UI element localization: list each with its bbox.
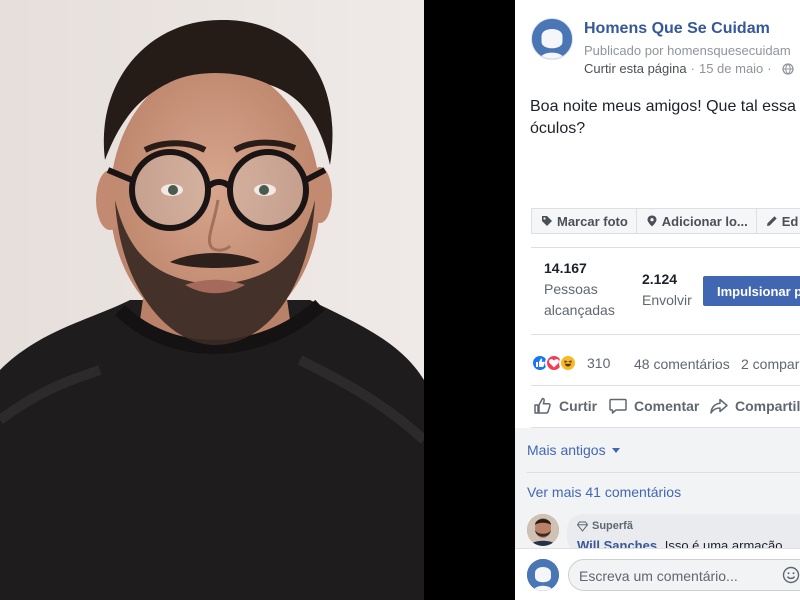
haha-reaction-icon [559, 354, 577, 372]
comment-input[interactable]: Escreva um comentário... [568, 559, 800, 591]
superfan-badge: Superfã [577, 520, 633, 532]
tag-photo-label: Marcar foto [557, 213, 628, 229]
boost-post-button[interactable]: Impulsionar p [703, 276, 800, 306]
divider [527, 472, 800, 473]
photo-backdrop [424, 0, 515, 600]
post-meta: Curtir esta página · 15 de maio · [584, 61, 794, 76]
pencil-icon [766, 216, 777, 226]
engagement-value: 2.124 [642, 271, 678, 287]
post-photo[interactable] [0, 0, 424, 600]
people-reached-stat[interactable]: 14.167 Pessoas alcançadas [544, 260, 615, 321]
superfan-label: Superfã [592, 520, 633, 532]
divider [531, 385, 800, 386]
divider [531, 334, 800, 335]
emoji-icon[interactable] [782, 566, 800, 584]
comment-composer: Escreva um comentário... [515, 548, 800, 600]
post-panel: Homens Que Se Cuidam Publicado por homen… [515, 0, 800, 600]
like-label: Curtir [559, 398, 598, 414]
people-reached-label-1: Pessoas [544, 281, 598, 297]
meta-separator: · [690, 61, 695, 76]
commenter-photo [527, 514, 559, 546]
page-avatar[interactable] [531, 18, 573, 60]
caret-down-icon [611, 447, 620, 453]
share-label: Compartil [735, 398, 800, 414]
add-location-label: Adicionar lo... [661, 213, 748, 229]
tag-icon [542, 216, 552, 226]
post-message-line-1: Boa noite meus amigos! Que tal essa arm [530, 98, 800, 115]
page-logo-icon [527, 559, 559, 591]
comments-count-link[interactable]: 48 comentários [634, 356, 730, 372]
post-message: Boa noite meus amigos! Que tal essa arm … [530, 96, 800, 140]
engagement-stat[interactable]: 2.124 Envolvir [642, 271, 692, 311]
people-reached-value: 14.167 [544, 260, 587, 276]
share-button[interactable]: Compartil [709, 395, 800, 417]
commenter-avatar[interactable] [527, 514, 559, 546]
shares-count-link[interactable]: 2 compar [741, 356, 799, 372]
page-name-link[interactable]: Homens Que Se Cuidam [584, 20, 770, 38]
engagement-label: Envolvir [642, 292, 692, 308]
view-more-comments-link[interactable]: Ver mais 41 comentários [527, 484, 681, 500]
post-message-line-2: óculos? [530, 120, 586, 137]
edit-label: Ed [781, 213, 799, 229]
like-button[interactable]: Curtir [533, 395, 597, 417]
comment-button[interactable]: Comentar [608, 395, 699, 417]
people-reached-label: Pessoas alcançadas [544, 279, 615, 321]
reactions-summary[interactable]: 310 [531, 354, 610, 372]
tag-photo-button[interactable]: Marcar foto [531, 208, 636, 234]
comment-bubble-icon [609, 398, 627, 414]
comments-section: Mais antigos Ver mais 41 comentários Sup… [515, 428, 800, 554]
people-reached-label-2: alcançadas [544, 302, 615, 318]
photo-tag-toolbar: Marcar foto Adicionar lo... Ed [531, 208, 800, 234]
location-pin-icon [647, 215, 657, 227]
reaction-count: 310 [587, 355, 611, 371]
comment-label: Comentar [634, 398, 700, 414]
meta-separator-2: · [767, 61, 772, 76]
reaction-icons [531, 354, 577, 372]
edit-button[interactable]: Ed [755, 208, 800, 234]
sort-label: Mais antigos [527, 442, 606, 458]
page-logo-icon [532, 19, 572, 59]
sort-comments-dropdown[interactable]: Mais antigos [527, 442, 620, 458]
diamond-icon [577, 521, 588, 532]
add-location-button[interactable]: Adicionar lo... [635, 208, 756, 234]
share-arrow-icon [710, 398, 728, 414]
like-page-link[interactable]: Curtir esta página [584, 61, 687, 76]
my-avatar[interactable] [527, 559, 559, 591]
thumbs-up-icon [534, 397, 551, 414]
divider [531, 247, 800, 248]
portrait-photo [0, 0, 424, 600]
published-by[interactable]: Publicado por homensquesecuidam [584, 43, 791, 58]
post-date[interactable]: 15 de maio [699, 61, 763, 76]
globe-icon[interactable] [781, 62, 794, 75]
